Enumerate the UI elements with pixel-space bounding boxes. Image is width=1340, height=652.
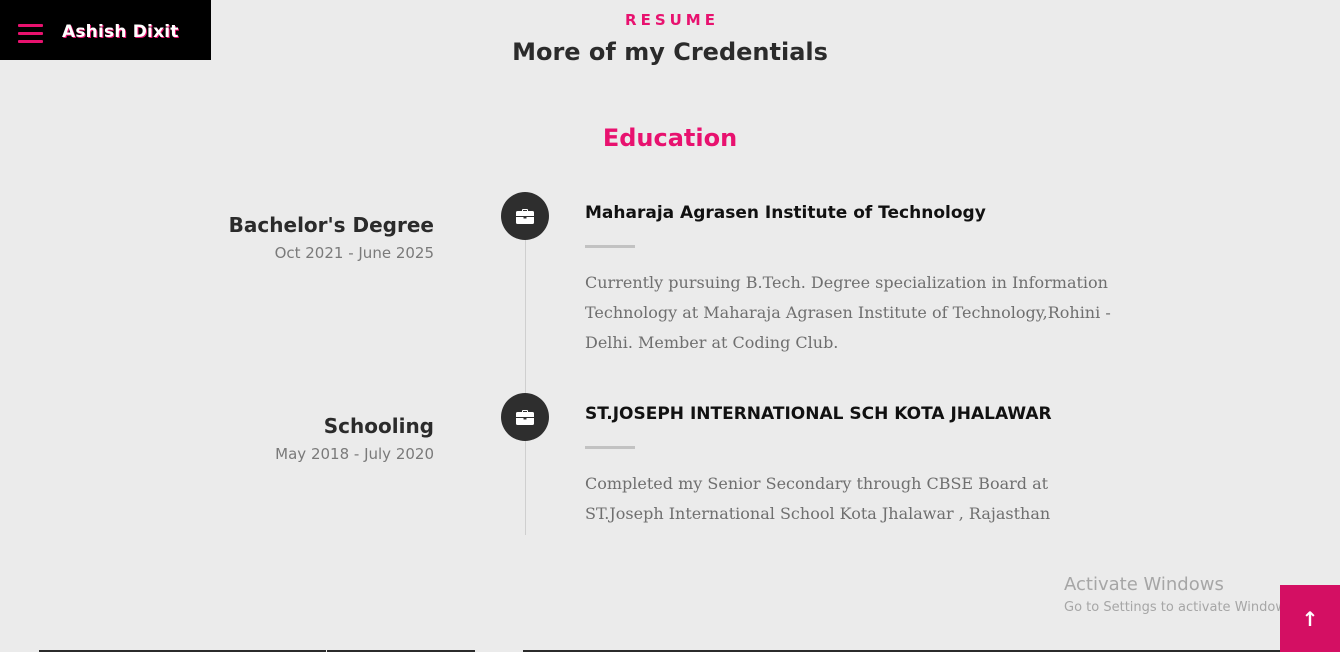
briefcase-icon: [501, 192, 549, 240]
entry-description: Currently pursuing B.Tech. Degree specia…: [585, 273, 1111, 352]
entry-detail: Maharaja Agrasen Institute of Technology…: [585, 202, 1125, 358]
divider: [585, 245, 635, 248]
entry-meta: Bachelor's Degree Oct 2021 - June 2025: [229, 212, 434, 263]
date-range: Oct 2021 - June 2025: [274, 244, 434, 262]
school-name: ST.JOSEPH INTERNATIONAL SCH KOTA JHALAWA…: [585, 404, 1052, 424]
school-name: Maharaja Agrasen Institute of Technology: [585, 203, 986, 223]
degree-title: Bachelor's Degree: [228, 213, 434, 237]
divider: [585, 446, 635, 449]
section-kicker: RESUME: [625, 11, 719, 29]
entry-detail: ST.JOSEPH INTERNATIONAL SCH KOTA JHALAWA…: [585, 403, 1125, 529]
briefcase-icon: [501, 393, 549, 441]
entry-meta: Schooling May 2018 - July 2020: [275, 413, 434, 464]
activate-windows-watermark: Activate Windows Go to Settings to activ…: [1064, 574, 1297, 618]
briefcase-icon-svg: [516, 409, 534, 425]
back-to-top-button[interactable]: ↑: [1280, 585, 1340, 652]
watermark-subtitle: Go to Settings to activate Windows.: [1064, 600, 1297, 615]
briefcase-icon-svg: [516, 208, 534, 224]
entry-description: Completed my Senior Secondary through CB…: [585, 474, 1051, 523]
timeline-line: [525, 192, 526, 535]
arrow-up-icon: ↑: [1301, 606, 1319, 631]
watermark-title: Activate Windows: [1064, 574, 1224, 595]
date-range: May 2018 - July 2020: [275, 445, 434, 463]
education-heading: Education: [602, 124, 738, 152]
menu-bar-middle: [18, 32, 43, 35]
section-title: More of my Credentials: [512, 38, 828, 66]
degree-title: Schooling: [323, 414, 434, 438]
